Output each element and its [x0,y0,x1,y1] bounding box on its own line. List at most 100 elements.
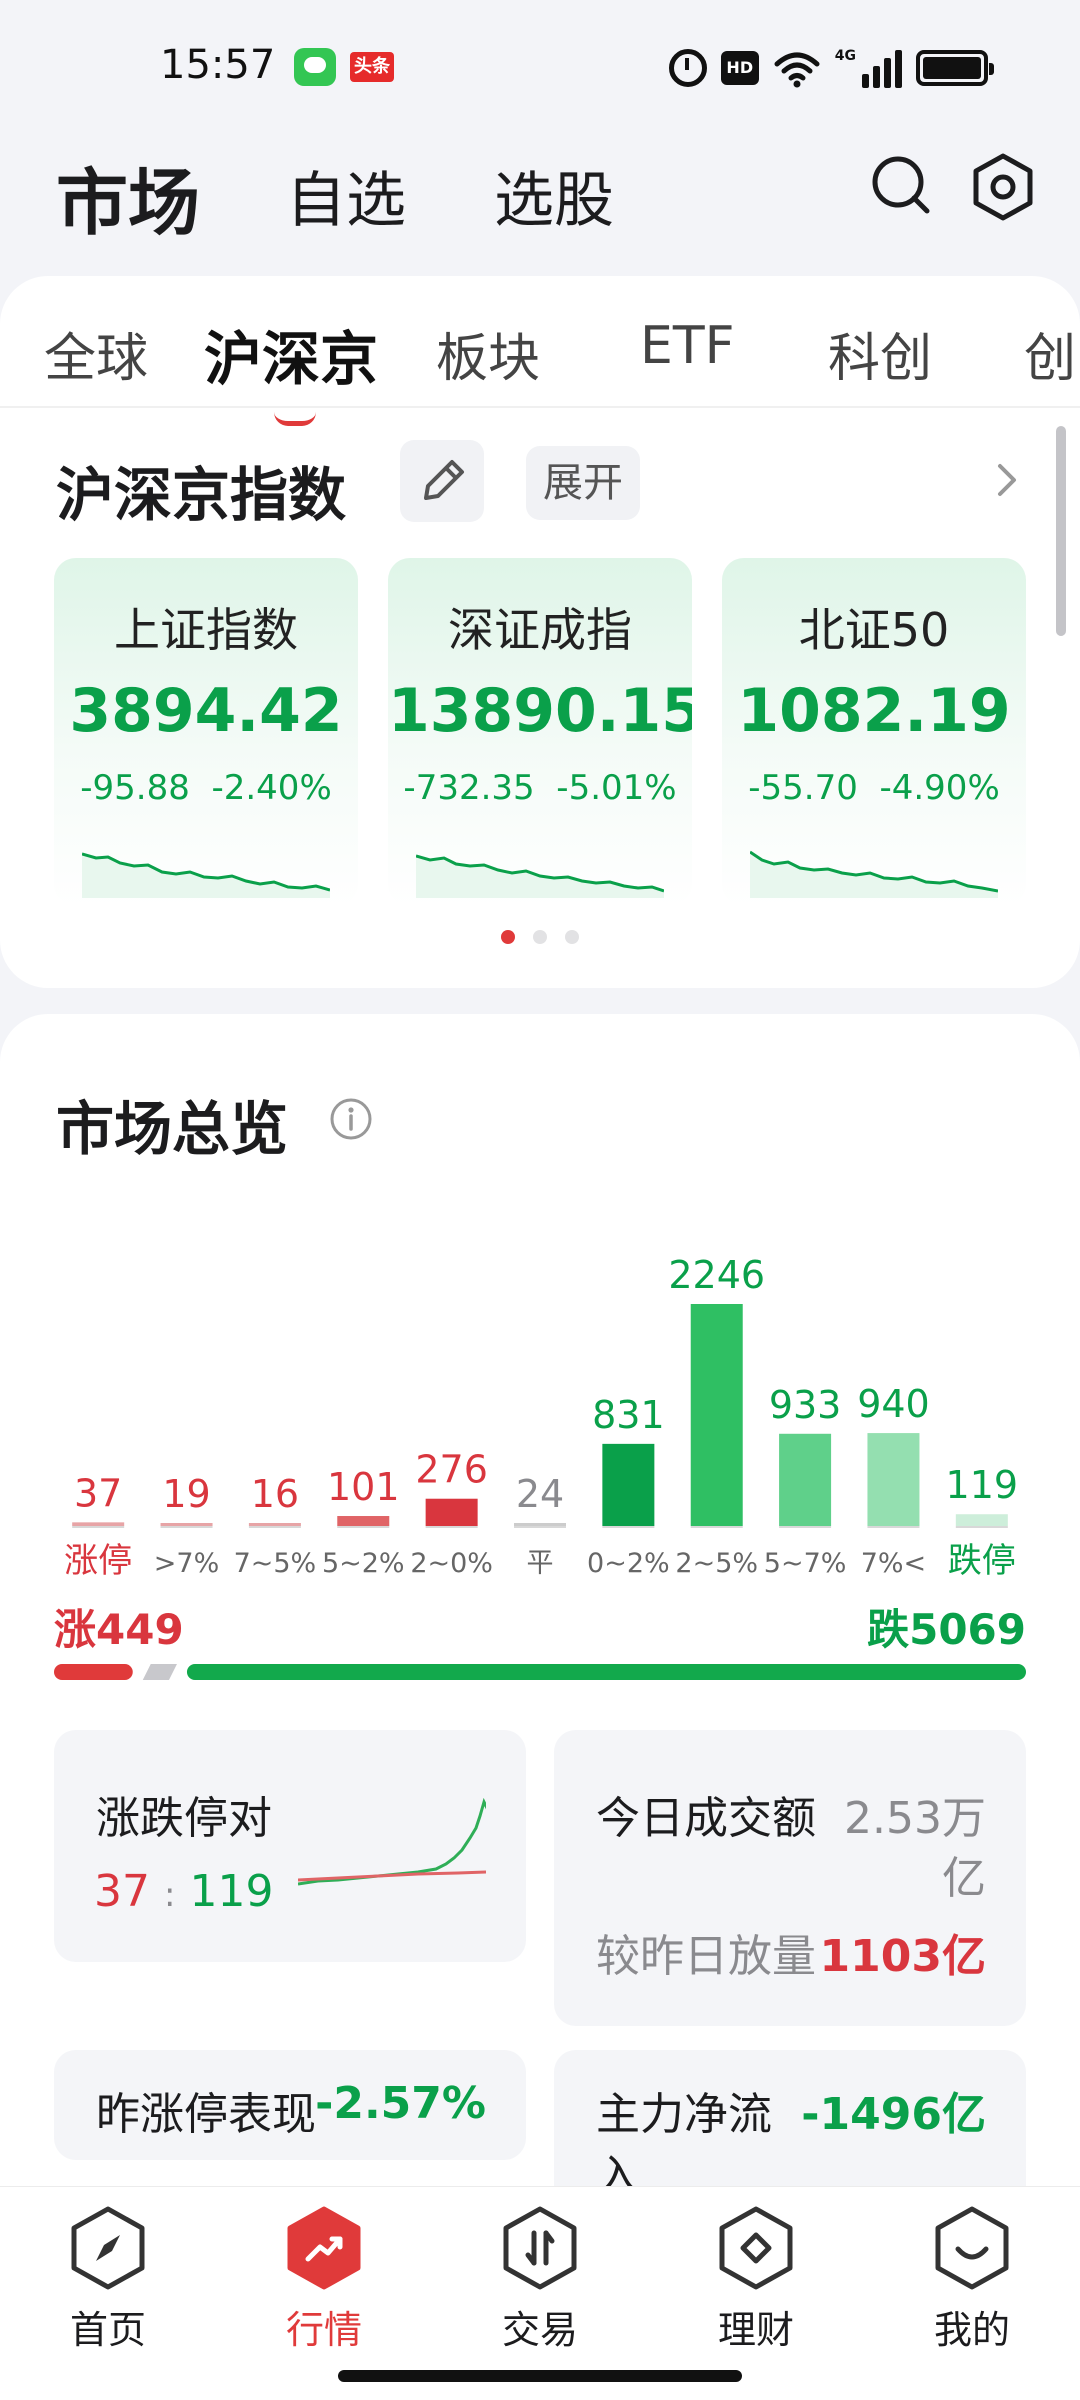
category-tabs: 全球 沪深京 板块 ETF 科创 创 [0,306,1080,426]
bar-7 [690,1304,743,1526]
pencil-icon [424,460,464,500]
page-dot[interactable] [501,930,515,944]
yesterday-limit-title: 昨涨停表现 [96,2089,316,2140]
hd-icon: HD [720,51,759,85]
status-icons: HD 4G [668,44,994,92]
network-type: 4G [834,48,856,64]
search-icon[interactable] [870,154,932,216]
bar-value-label: 2246 [668,1253,765,1297]
bar-category-label: 7~5% [234,1548,317,1579]
tab-market[interactable]: 市场 [56,144,200,249]
category-tab-global[interactable]: 全球 [44,316,148,391]
index-change: -95.88 -2.40% [80,768,332,808]
bar-baseline [72,1526,125,1528]
bar-0 [72,1522,125,1526]
index-value: 13890.15 [388,676,692,746]
bar-baseline [425,1526,478,1528]
bar-1 [160,1523,213,1526]
index-sparkline [416,854,664,898]
index-name: 上证指数 [114,603,298,657]
nav-label: 行情 [285,2308,362,2352]
main-flow-value: -1496亿 [801,2089,986,2140]
index-sparkline [82,852,330,898]
tab-stock-picker[interactable]: 选股 [494,152,614,239]
yesterday-limit-card[interactable]: 昨涨停表现 -2.57% [54,2050,526,2160]
index-sparkline [750,850,998,898]
index-card-beijing[interactable]: 北证50 1082.19 -55.70 -4.90% [722,558,1026,906]
index-section-title: 沪深京指数 [56,461,347,529]
edit-button[interactable] [400,440,484,522]
bar-value-label: 119 [946,1463,1019,1507]
bar-9 [867,1433,920,1526]
alarm-icon [668,49,707,87]
bar-3 [337,1516,390,1526]
fall-count-label: 跌5069 [867,1605,1026,1654]
active-tab-indicator [274,412,316,426]
trend-icon [287,2206,361,2290]
bar-baseline [337,1526,390,1528]
index-card-shenzhen[interactable]: 深证成指 13890.15 -732.35 -5.01% [388,558,692,906]
bar-10 [955,1514,1008,1526]
category-tab-sector[interactable]: 板块 [436,316,540,391]
bar-baseline [248,1526,301,1528]
category-tab-star[interactable]: 科创 [828,316,932,391]
bar-category-label: 7%< [861,1548,926,1579]
bar-category-label: 跌停 [948,1541,1016,1581]
bar-4 [425,1498,478,1526]
nav-label: 交易 [501,2308,578,2352]
bar-baseline [779,1526,832,1528]
nav-home[interactable]: 首页 [28,2205,188,2375]
info-icon[interactable] [328,1096,374,1142]
category-tab-etf[interactable]: ETF [640,316,735,376]
category-tab-hushenjing[interactable]: 沪深京 [204,312,378,396]
scrollbar[interactable] [1056,426,1066,636]
carousel-page-dots[interactable] [0,930,1080,946]
turnover-card[interactable]: 今日成交额 2.53万 亿 较昨日放量 1103亿 [554,1730,1026,2026]
flat-segment [142,1664,177,1680]
index-change: -55.70 -4.90% [748,768,1000,808]
limit-pair-values: 37:119 [94,1866,274,1917]
bar-8 [779,1433,832,1526]
bar-category-label: 5~7% [764,1548,847,1579]
profile-icon [935,2206,1009,2290]
fall-segment [186,1664,1026,1680]
nav-market[interactable]: 行情 [244,2205,404,2375]
expand-button[interactable]: 展开 [526,446,640,520]
page-dot[interactable] [533,930,547,944]
nav-trade[interactable]: 交易 [460,2205,620,2375]
bar-baseline [955,1526,1008,1528]
chevron-right-icon[interactable] [994,460,1022,500]
bar-baseline [867,1526,920,1528]
status-time: 15:57 [160,42,276,88]
index-name: 北证50 [798,603,950,657]
bar-value-label: 101 [327,1465,400,1509]
nav-finance[interactable]: 理财 [676,2205,836,2375]
nav-label: 理财 [717,2308,794,2352]
bar-baseline [514,1526,566,1528]
limit-pair-title: 涨跌停对 [96,1793,272,1844]
trade-icon [503,2206,577,2290]
bar-category-label: 平 [527,1548,554,1579]
nav-profile[interactable]: 我的 [892,2205,1052,2375]
message-app-icon [294,48,336,86]
wifi-icon [774,52,820,88]
rise-count-label: 涨449 [54,1605,184,1654]
limit-pair-card[interactable]: 涨跌停对 37:119 [54,1730,526,1962]
nav-label: 首页 [69,2308,146,2352]
turnover-title: 今日成交额 [596,1793,816,1844]
turnover-value: 2.53万 [844,1793,986,1844]
turnover-unit: 亿 [942,1853,986,1904]
bar-5 [514,1523,566,1526]
tab-watchlist[interactable]: 自选 [286,152,406,239]
settings-icon[interactable] [970,152,1036,222]
nav-label: 我的 [933,2308,1010,2352]
index-card-shanghai[interactable]: 上证指数 3894.42 -95.88 -2.40% [54,558,358,906]
status-bar: 15:57 头条 HD 4G [0,0,1080,130]
bar-category-label: 2~0% [410,1548,493,1579]
bar-value-label: 19 [162,1472,210,1516]
category-tab-chinext[interactable]: 创 [1024,316,1076,391]
home-indicator[interactable] [338,2370,742,2382]
page-dot[interactable] [565,930,579,944]
bar-category-label: 5~2% [322,1548,405,1579]
index-value: 3894.42 [69,676,343,746]
